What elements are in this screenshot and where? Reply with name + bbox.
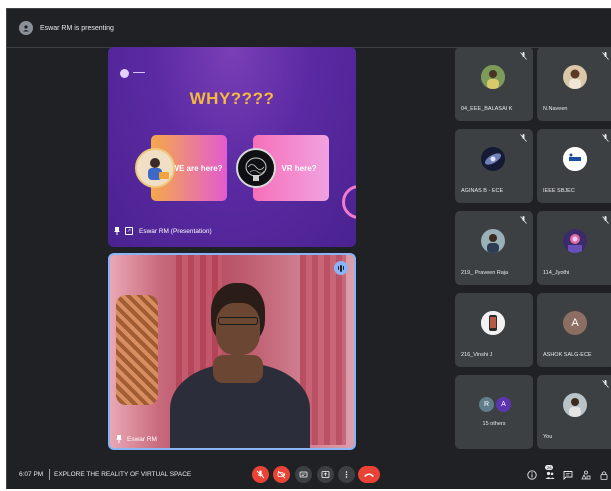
brain-illustration-image	[236, 148, 276, 188]
end-call-button[interactable]	[358, 466, 380, 483]
participant-name: 216_Vinshi J	[461, 352, 493, 358]
slide-title: WHY????	[189, 89, 275, 108]
chat-button[interactable]	[562, 469, 573, 480]
participant-tile[interactable]: A ASHOK SALG-ECE	[537, 293, 611, 367]
participant-name: ASHOK SALG-ECE	[543, 352, 592, 358]
activities-icon	[580, 470, 590, 479]
camera-tile-eswar[interactable]: Eswar RM	[108, 253, 356, 450]
person-illustration-image	[135, 148, 175, 188]
participant-tile[interactable]: 04_EEE_BALASAI K	[455, 47, 533, 121]
participant-avatar	[481, 147, 505, 171]
participant-name: IEEE SBJEC	[543, 188, 575, 194]
info-icon	[526, 469, 537, 480]
clock-time: 6:07 PM	[19, 471, 44, 478]
others-avatar: R	[479, 397, 494, 412]
participant-tile[interactable]: 216_Vinshi J	[455, 293, 533, 367]
camera-off-icon	[277, 470, 286, 479]
presentation-tile[interactable]: ▬▬▬▬ WHY???? WE are here? VR here? ↗ Esw…	[108, 47, 356, 247]
meeting-title: EXPLORE THE REALITY OF VIRTUAL SPACE	[54, 471, 192, 478]
presenting-text: Eswar RM is presenting	[40, 24, 114, 32]
participant-tile[interactable]: 114_Jyothi	[537, 211, 611, 285]
people-button[interactable]	[544, 469, 555, 480]
participant-tile-you[interactable]: You	[537, 375, 611, 449]
pin-icon[interactable]	[114, 227, 120, 235]
participant-avatar	[481, 229, 505, 253]
participant-name: 114_Jyothi	[543, 270, 570, 276]
participant-avatar	[563, 147, 587, 171]
participant-name: AGINAS B - ECE	[461, 188, 504, 194]
participant-name: 219_ Praveen Raja	[461, 270, 509, 276]
participant-avatar	[563, 229, 587, 253]
others-avatars: R A	[479, 397, 511, 412]
camera-caption: Eswar RM	[116, 435, 157, 443]
people-icon	[545, 471, 554, 479]
others-count-label: 15 others	[482, 421, 506, 427]
participant-avatar	[563, 65, 587, 89]
participant-tile[interactable]: IEEE SBJEC	[537, 129, 611, 203]
mic-off-icon	[520, 52, 527, 60]
participant-name: You	[543, 434, 553, 440]
participant-avatar	[481, 65, 505, 89]
mic-off-icon	[256, 470, 265, 479]
more-options-button[interactable]	[338, 466, 355, 483]
person-neck	[213, 355, 263, 383]
more-icon	[345, 471, 348, 478]
participant-tile[interactable]: 219_ Praveen Raja	[455, 211, 533, 285]
present-icon	[321, 471, 330, 478]
person-face	[216, 303, 260, 355]
mic-off-icon	[602, 134, 609, 142]
meet-window: Eswar RM is presenting ▬▬▬▬ WHY???? WE a…	[6, 8, 611, 489]
pin-icon[interactable]	[116, 435, 122, 443]
host-controls-button[interactable]	[598, 469, 609, 480]
presenting-bar: Eswar RM is presenting	[7, 9, 611, 47]
presentation-caption: ↗ Eswar RM (Presentation)	[114, 227, 212, 235]
present-button[interactable]	[317, 466, 334, 483]
participant-avatar	[481, 311, 505, 335]
captions-icon	[299, 471, 308, 478]
mic-off-icon	[602, 380, 609, 388]
end-call-icon	[364, 473, 374, 477]
camera-toggle-button[interactable]	[273, 466, 290, 483]
participant-name: 04_EEE_BALASAI K	[461, 106, 513, 112]
divider	[49, 469, 50, 480]
people-count-badge: 26	[545, 465, 554, 470]
mic-off-icon	[602, 216, 609, 224]
speaking-icon	[334, 261, 348, 275]
participant-name: N.Naveen	[543, 106, 568, 112]
bottom-bar: 6:07 PM EXPLORE THE REALITY OF VIRTUAL S…	[7, 457, 611, 489]
mic-off-icon	[520, 134, 527, 142]
presenter-avatar-icon	[19, 21, 33, 35]
fullscreen-icon[interactable]: ↗	[125, 227, 133, 235]
slide-logo-text: ▬▬▬▬	[133, 70, 145, 74]
bag-image	[116, 295, 158, 405]
participant-avatar-initial: A	[563, 311, 587, 335]
participant-avatar	[563, 393, 587, 417]
mic-off-icon	[520, 216, 527, 224]
chat-icon	[563, 470, 572, 480]
glasses	[218, 317, 258, 325]
lock-icon	[600, 470, 607, 480]
participant-tile[interactable]: N.Naveen	[537, 47, 611, 121]
presentation-caption-text: Eswar RM (Presentation)	[139, 227, 212, 235]
captions-button[interactable]	[295, 466, 312, 483]
others-avatar: A	[496, 397, 511, 412]
slide-card-vr-label: VR here?	[281, 163, 317, 173]
mic-off-icon	[602, 52, 609, 60]
others-tile[interactable]: R A 15 others	[455, 375, 533, 449]
slide-logo	[120, 69, 129, 78]
meeting-info-button[interactable]	[526, 469, 537, 480]
activities-button[interactable]	[580, 469, 591, 480]
participant-tile[interactable]: AGINAS B - ECE	[455, 129, 533, 203]
mic-toggle-button[interactable]	[252, 466, 269, 483]
slide-card-we-label: WE are here?	[171, 163, 223, 173]
camera-caption-text: Eswar RM	[127, 435, 157, 443]
